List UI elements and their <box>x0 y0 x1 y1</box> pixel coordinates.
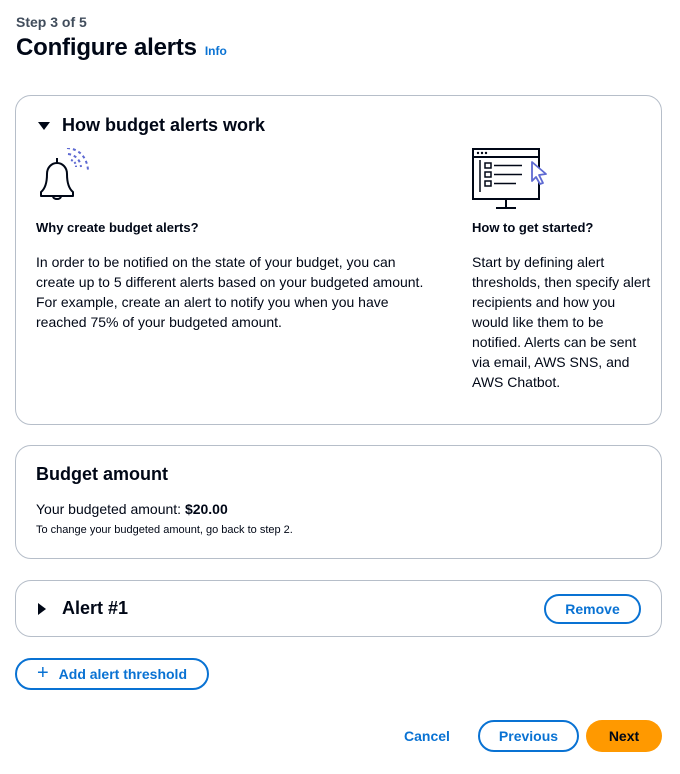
budget-amount-panel: Budget amount Your budgeted amount: $20.… <box>15 445 662 559</box>
add-alert-threshold-label: Add alert threshold <box>58 666 188 682</box>
previous-button[interactable]: Previous <box>478 720 579 752</box>
why-column: Why create budget alerts? In order to be… <box>36 147 431 332</box>
budgeted-amount-line: Your budgeted amount: $20.00 <box>36 501 228 517</box>
why-body: In order to be notified on the state of … <box>36 254 424 330</box>
cancel-button[interactable]: Cancel <box>404 728 450 744</box>
get-started-column: How to get started? Start by defining al… <box>472 148 652 392</box>
info-link[interactable]: Info <box>205 44 227 58</box>
alert-1-title: Alert #1 <box>62 598 129 618</box>
plus-icon: + <box>36 662 49 684</box>
step-indicator: Step 3 of 5 <box>16 14 87 30</box>
monitor-checklist-icon <box>472 148 652 216</box>
alert-1-toggle[interactable]: Alert #1 <box>38 598 128 619</box>
next-button[interactable]: Next <box>586 720 662 752</box>
add-alert-threshold-button[interactable]: + Add alert threshold <box>15 658 209 690</box>
how-budget-alerts-toggle[interactable]: How budget alerts work <box>38 115 265 136</box>
how-budget-alerts-panel: How budget alerts work Why create budget… <box>15 95 662 425</box>
caret-down-icon <box>38 121 50 130</box>
caret-right-icon <box>38 602 46 615</box>
bell-icon <box>36 147 431 216</box>
budget-hint: To change your budgeted amount, go back … <box>36 524 293 536</box>
page-title: Configure alerts <box>16 34 197 61</box>
get-started-body: Start by defining alert thresholds, then… <box>472 254 651 390</box>
remove-alert-button[interactable]: Remove <box>544 594 641 624</box>
budgeted-amount-label: Your budgeted amount: <box>36 501 185 517</box>
how-budget-alerts-title: How budget alerts work <box>62 115 266 135</box>
why-heading: Why create budget alerts? <box>36 220 199 235</box>
budgeted-amount-value: $20.00 <box>184 501 228 517</box>
page-header: Configure alerts Info <box>16 34 227 62</box>
budget-amount-title: Budget amount <box>36 464 168 484</box>
get-started-heading: How to get started? <box>472 220 594 235</box>
